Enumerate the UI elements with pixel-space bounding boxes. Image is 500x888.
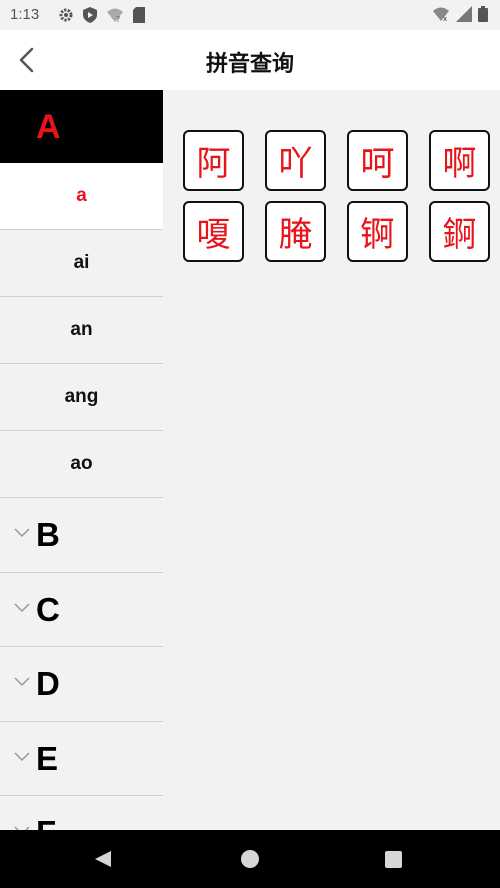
- group-letter: B: [36, 516, 60, 553]
- group-letter: D: [36, 665, 60, 702]
- gear-icon: [58, 7, 74, 27]
- character-cell[interactable]: 锕: [347, 201, 408, 262]
- chevron-down-icon: [14, 602, 30, 612]
- group-letter: E: [36, 739, 59, 777]
- chevron-down-icon: [14, 677, 30, 687]
- character-cell[interactable]: 錒: [429, 201, 490, 262]
- top-app-bar: 拼音查询: [0, 30, 500, 90]
- battery-icon: [478, 6, 488, 26]
- pinyin-item-an[interactable]: an: [0, 297, 163, 364]
- system-nav-bar: [0, 830, 500, 888]
- sd-card-icon: [133, 7, 145, 27]
- status-icons-right: x: [432, 6, 488, 26]
- shield-icon: [83, 7, 97, 27]
- group-header-a[interactable]: A: [0, 90, 163, 163]
- wifi-question-icon: ?: [106, 7, 124, 27]
- character-cell[interactable]: 啊: [429, 130, 490, 191]
- pinyin-item-ai[interactable]: ai: [0, 230, 163, 297]
- character-cell[interactable]: 嗄: [183, 201, 244, 262]
- group-header-b[interactable]: B: [0, 498, 163, 573]
- chevron-down-icon: [14, 528, 30, 538]
- status-bar: 1:13 ? x: [0, 0, 500, 30]
- chevron-down-icon: [14, 751, 30, 761]
- pinyin-item-ang[interactable]: ang: [0, 364, 163, 431]
- signal-icon: [456, 6, 472, 26]
- character-grid: 阿 吖 呵 啊 嗄 腌 锕 錒: [183, 130, 490, 262]
- character-cell[interactable]: 阿: [183, 130, 244, 191]
- back-triangle-icon[interactable]: [94, 850, 112, 868]
- character-results: 阿 吖 呵 啊 嗄 腌 锕 錒: [163, 90, 500, 830]
- group-letter: A: [36, 108, 61, 146]
- group-header-d[interactable]: D: [0, 647, 163, 722]
- group-letter: F: [36, 814, 56, 830]
- status-time: 1:13: [10, 6, 40, 23]
- pinyin-item-a[interactable]: a: [0, 163, 163, 230]
- page-title: 拼音查询: [205, 52, 294, 77]
- home-circle-icon[interactable]: [240, 849, 260, 869]
- pinyin-sidebar: A a ai an ang ao B C D E F: [0, 90, 163, 830]
- group-letter: C: [36, 590, 60, 628]
- wifi-icon: x: [432, 6, 450, 26]
- recents-square-icon[interactable]: [385, 851, 402, 868]
- svg-text:?: ?: [116, 15, 120, 23]
- group-header-c[interactable]: C: [0, 573, 163, 647]
- pinyin-item-ao[interactable]: ao: [0, 431, 163, 498]
- group-header-e[interactable]: E: [0, 722, 163, 796]
- character-cell[interactable]: 吖: [265, 130, 326, 191]
- status-icons-left: ?: [58, 7, 145, 27]
- character-cell[interactable]: 呵: [347, 130, 408, 191]
- character-cell[interactable]: 腌: [265, 201, 326, 262]
- svg-text:x: x: [443, 15, 447, 22]
- group-header-f[interactable]: F: [0, 796, 163, 830]
